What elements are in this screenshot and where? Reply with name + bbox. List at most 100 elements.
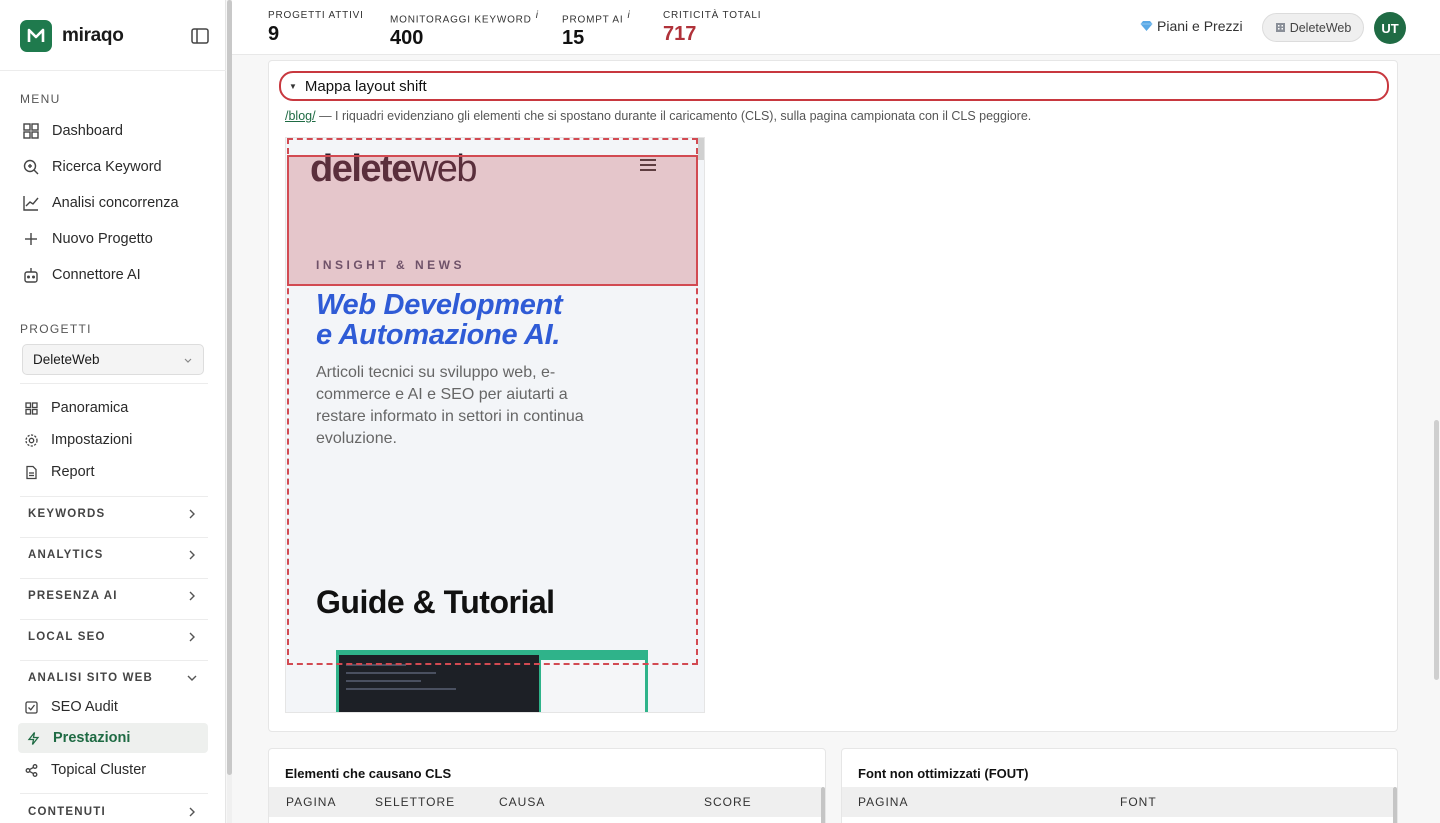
cls-table-scrollbar[interactable] (821, 787, 825, 823)
font-table-header: PAGINA FONT (842, 787, 1393, 817)
sidebar: miraqo MENU Dashboard Ricerca Keyword An… (0, 0, 226, 823)
workspace-button[interactable]: DeleteWeb (1262, 13, 1364, 42)
group-label: ANALYTICS (28, 549, 104, 561)
page-screenshot-preview: deleteweb INSIGHT & NEWS Web Development… (285, 137, 705, 713)
nav-item-nuovo-progetto[interactable]: Nuovo Progetto (22, 224, 208, 254)
plans-link[interactable]: Piani e Prezzi (1140, 18, 1243, 34)
nav-item-dashboard[interactable]: Dashboard (22, 116, 208, 146)
plus-icon (25, 233, 37, 245)
topbar: PROGETTI ATTIVI 9 MONITORAGGI KEYWORD i 4… (232, 0, 1440, 55)
file-icon (26, 465, 37, 479)
nav-item-connettore-ai[interactable]: Connettore AI (22, 260, 208, 290)
nav-item-label: Panoramica (51, 400, 129, 416)
bot-icon (24, 268, 38, 283)
column-header[interactable]: SCORE (704, 795, 752, 809)
thumbnail-ui-panel (541, 660, 645, 712)
sidebar-divider (20, 793, 208, 794)
cls-dashed-box (287, 138, 698, 665)
group-analisi-sito-web[interactable]: ANALISI SITO WEB (28, 668, 198, 688)
stat-progetti-attivi: PROGETTI ATTIVI 9 (268, 10, 364, 46)
stat-label: PROMPT AI i (562, 10, 631, 26)
cls-table-header: PAGINA SELETTORE CAUSA SCORE (269, 787, 821, 817)
chevron-right-icon (189, 591, 195, 601)
gem-icon (1140, 21, 1153, 31)
sidebar-divider (0, 70, 226, 71)
logo-icon (20, 20, 52, 52)
nav-item-seo-audit[interactable]: SEO Audit (24, 692, 208, 722)
main-scrollbar[interactable] (1434, 420, 1439, 680)
layout-shift-summary[interactable]: ▼ Mappa layout shift (279, 71, 1389, 101)
column-header[interactable]: FONT (1120, 795, 1157, 809)
group-label: LOCAL SEO (28, 631, 106, 643)
disclosure-triangle-icon: ▼ (289, 81, 297, 91)
group-label: KEYWORDS (28, 508, 106, 520)
stat-value: 9 (268, 23, 280, 45)
group-local-seo[interactable]: LOCAL SEO (28, 627, 198, 647)
stat-criticita-totali: CRITICITÀ TOTALI 717 (663, 10, 761, 46)
nav-item-label: Nuovo Progetto (52, 231, 153, 247)
sidebar-divider (20, 537, 208, 538)
nav-item-label: Connettore AI (52, 267, 141, 283)
building-icon (1275, 23, 1285, 32)
brand[interactable]: miraqo (20, 20, 210, 52)
grid-icon (23, 123, 39, 139)
group-keywords[interactable]: KEYWORDS (28, 504, 198, 524)
column-header[interactable]: SELETTORE (375, 795, 455, 809)
nav-item-report[interactable]: Report (24, 457, 208, 487)
nav-item-label: SEO Audit (51, 699, 118, 715)
page-link[interactable]: /blog/ (285, 109, 316, 123)
nav-item-ricerca-keyword[interactable]: Ricerca Keyword (22, 152, 208, 182)
column-header[interactable]: PAGINA (286, 795, 336, 809)
nav-item-topical-cluster[interactable]: Topical Cluster (24, 755, 208, 785)
brand-name: miraqo (62, 25, 124, 46)
menu-section-label: MENU (20, 92, 61, 106)
sidebar-divider (20, 383, 208, 384)
preview-scrollbar[interactable] (698, 138, 704, 160)
nav-item-label: Prestazioni (53, 730, 131, 746)
project-select-value: DeleteWeb (33, 352, 100, 367)
cls-elements-card: Elementi che causano CLS PAGINA SELETTOR… (268, 748, 826, 823)
workspace-label: DeleteWeb (1289, 20, 1352, 35)
sidebar-divider (20, 660, 208, 661)
nav-item-impostazioni[interactable]: Impostazioni (24, 425, 208, 455)
stat-value: 400 (390, 27, 424, 50)
chevron-down-icon (184, 358, 192, 363)
sidebar-divider (20, 578, 208, 579)
description-text: — I riquadri evidenziano gli elementi ch… (315, 109, 1032, 123)
sidebar-scroll-thumb[interactable] (227, 0, 232, 775)
column-header[interactable]: CAUSA (499, 795, 545, 809)
stat-value: 717 (663, 23, 697, 45)
chevron-right-icon (189, 632, 195, 642)
stat-label: CRITICITÀ TOTALI (663, 10, 762, 21)
chevron-right-icon (189, 509, 195, 519)
projects-section-label: PROGETTI (20, 322, 92, 336)
gear-icon (25, 433, 38, 447)
avatar[interactable]: UT (1374, 12, 1406, 44)
column-header[interactable]: PAGINA (858, 795, 908, 809)
sidebar-scrollbar[interactable] (227, 0, 232, 823)
info-icon[interactable]: i (627, 10, 630, 21)
sidebar-toggle-icon[interactable] (190, 26, 210, 46)
nav-item-analisi-concorrenza[interactable]: Analisi concorrenza (22, 188, 208, 218)
thumbnail-line (346, 672, 436, 674)
plans-label: Piani e Prezzi (1157, 18, 1243, 34)
nav-item-label: Dashboard (52, 123, 123, 139)
group-presenza-ai[interactable]: PRESENZA AI (28, 586, 198, 606)
sidebar-divider (20, 619, 208, 620)
search-icon (23, 159, 39, 175)
layout-shift-card: ▼ Mappa layout shift /blog/ — I riquadri… (268, 60, 1398, 732)
nav-item-prestazioni[interactable]: Prestazioni (18, 723, 208, 753)
info-icon[interactable]: i (536, 10, 539, 21)
nav-item-panoramica[interactable]: Panoramica (24, 393, 208, 423)
nav-item-label: Topical Cluster (51, 762, 147, 778)
font-fout-title: Font non ottimizzati (FOUT) (858, 766, 1029, 781)
group-analytics[interactable]: ANALYTICS (28, 545, 198, 565)
thumbnail-line (346, 680, 421, 682)
project-select[interactable]: DeleteWeb (22, 344, 204, 375)
nav-item-label: Impostazioni (51, 432, 133, 448)
stat-label: PROGETTI ATTIVI (268, 10, 364, 21)
layout-shift-description: /blog/ — I riquadri evidenziano gli elem… (285, 109, 1031, 123)
group-contenuti[interactable]: CONTENUTI (28, 802, 198, 822)
chart-line-icon (23, 196, 39, 211)
font-table-scrollbar[interactable] (1393, 787, 1397, 823)
